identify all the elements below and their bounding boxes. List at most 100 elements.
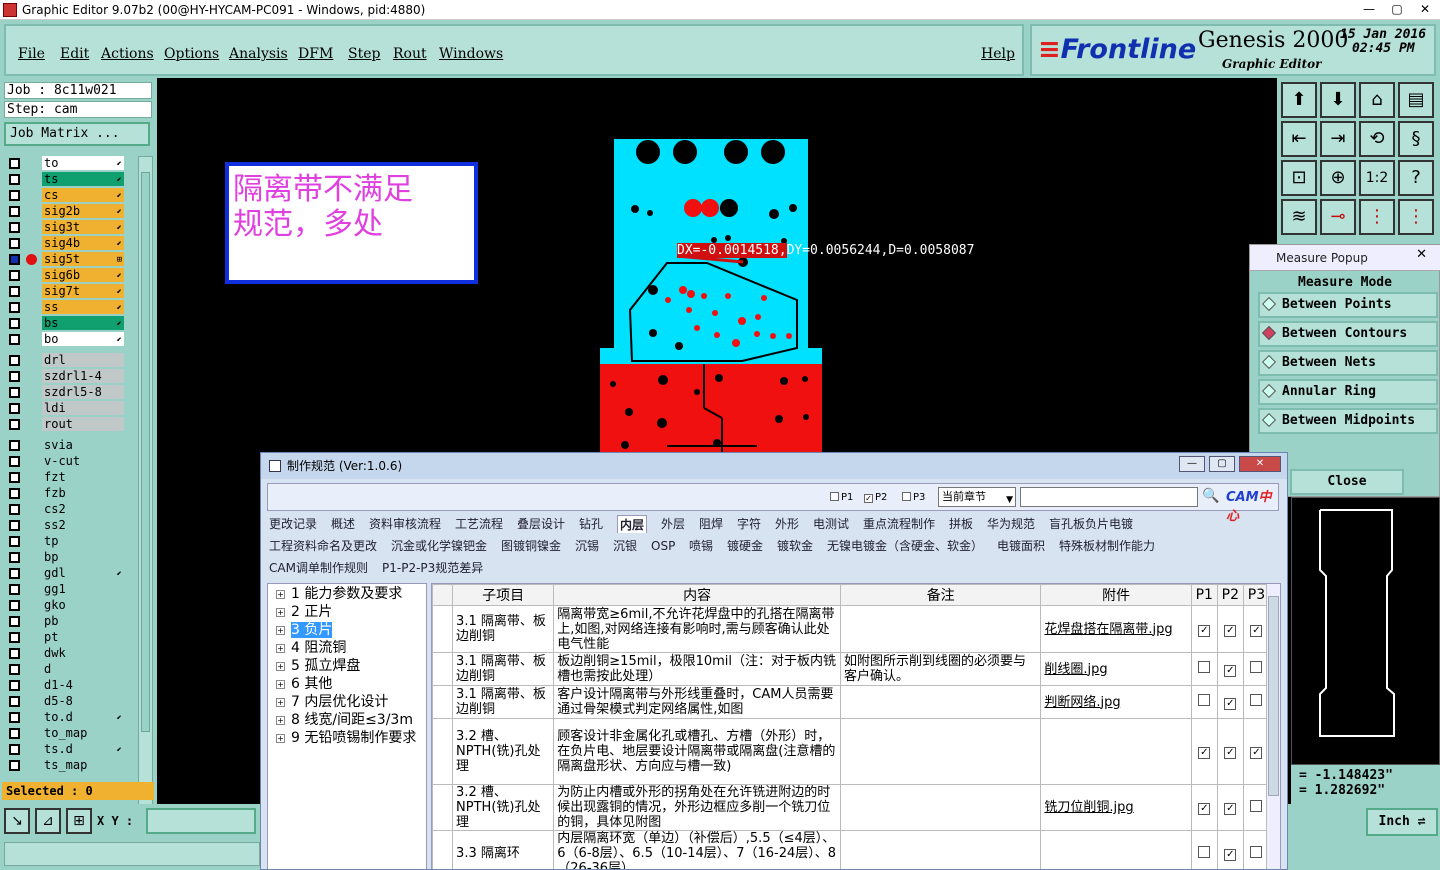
cell-attach[interactable] [1040, 830, 1192, 869]
redraw-icon[interactable]: § [1398, 121, 1434, 157]
layer-row[interactable]: sig5t ⊞ [4, 252, 126, 267]
measure-tool-icon[interactable]: ⋮ [1398, 199, 1434, 235]
layer-checkbox[interactable] [9, 664, 20, 675]
layer-row[interactable]: to ⬋ [4, 156, 126, 171]
scale-icon[interactable]: 1:2 [1359, 160, 1395, 196]
tab-item[interactable]: 字符 [737, 515, 761, 533]
layer-row[interactable]: gko [4, 598, 126, 613]
dialog-minimize-button[interactable]: — [1179, 456, 1205, 472]
tree-item[interactable]: +1 能力参数及要求 [276, 586, 402, 602]
scroll-thumb[interactable] [1268, 596, 1279, 796]
layer-checkbox[interactable] [9, 355, 20, 366]
table-row[interactable]: 3.1 隔离带、板边削铜 隔离带宽≥6mil,不允许花焊盘中的孔搭在隔离带上,如图… [432, 605, 1271, 653]
checkbox-icon[interactable]: ✓ [1224, 803, 1237, 815]
layer-row[interactable]: sig6b ⬋ [4, 268, 126, 283]
layer-checkbox[interactable] [9, 712, 20, 723]
option-between-points[interactable]: Between Points [1258, 292, 1438, 318]
layer-checkbox[interactable] [9, 760, 20, 771]
check-p2[interactable]: ✓ P2 [864, 492, 887, 503]
layer-name[interactable]: bp [42, 550, 124, 564]
checkbox-icon[interactable]: ✓ [1198, 803, 1211, 815]
layer-row[interactable]: gdl ⬋ [4, 566, 126, 581]
expand-icon[interactable]: + [276, 698, 285, 707]
pan-left-icon[interactable]: ⇤ [1281, 121, 1317, 157]
layer-checkbox[interactable] [9, 222, 20, 233]
layer-name[interactable]: sig6b ⬋ [42, 268, 124, 282]
layer-checkbox[interactable] [9, 552, 20, 563]
option-between-midpoints[interactable]: Between Midpoints [1258, 408, 1438, 434]
layer-row[interactable]: to.d ⬋ [4, 710, 126, 725]
zoom-top-icon[interactable]: ⬆ [1281, 82, 1317, 118]
search-icon[interactable]: 🔍 [1200, 486, 1222, 508]
layer-checkbox[interactable] [9, 286, 20, 297]
expand-icon[interactable]: + [276, 734, 285, 743]
tab-item[interactable]: 图镀铜镍金 [501, 537, 561, 555]
layer-checkbox[interactable] [9, 520, 20, 531]
menu-options[interactable]: Options [164, 46, 219, 62]
cell-attach[interactable]: 削线圈.jpg [1040, 652, 1192, 686]
col-sub[interactable]: 子项目 [452, 584, 555, 606]
tab-item[interactable]: 沉银 [613, 537, 637, 555]
layer-name[interactable]: d5-8 [42, 694, 124, 708]
layer-row[interactable]: fzt [4, 470, 126, 485]
layer-row[interactable]: v-cut [4, 454, 126, 469]
layer-name[interactable]: dwk [42, 646, 124, 660]
checkbox-icon[interactable]: ✓ [1198, 747, 1211, 759]
layer-name[interactable]: to.d ⬋ [42, 710, 124, 724]
expand-icon[interactable]: + [276, 590, 285, 599]
tree-item[interactable]: +8 线宽/间距≤3/3m [276, 712, 413, 728]
layer-row[interactable]: bs ⬋ [4, 316, 126, 331]
check-p1[interactable]: P1 [830, 492, 853, 503]
col-attach[interactable]: 附件 [1040, 584, 1192, 606]
menu-file[interactable]: File [18, 46, 45, 62]
grid-scrollbar[interactable] [1266, 584, 1280, 869]
tree-item[interactable]: +6 其他 [276, 676, 332, 692]
layer-name[interactable]: sig7t ⬋ [42, 284, 124, 298]
tab-item[interactable]: 华为规范 [987, 515, 1035, 533]
option-between-nets[interactable]: Between Nets [1258, 350, 1438, 376]
layer-checkbox[interactable] [9, 387, 20, 398]
layer-row[interactable]: bo ⬋ [4, 332, 126, 347]
layer-checkbox[interactable] [9, 600, 20, 611]
layer-row[interactable]: svia [4, 438, 126, 453]
layer-checkbox[interactable] [9, 334, 20, 345]
layer-checkbox[interactable] [9, 696, 20, 707]
layer-checkbox[interactable] [9, 190, 20, 201]
layer-name[interactable]: cs2 [42, 502, 124, 516]
layer-row[interactable]: drl [4, 353, 126, 368]
layer-name[interactable]: sig2b ⬋ [42, 204, 124, 218]
layer-checkbox[interactable] [9, 680, 20, 691]
layer-row[interactable]: d [4, 662, 126, 677]
table-row[interactable]: 3.1 隔离带、板边削铜 板边削铜≥15mil，极限10mil（注：对于板内铣槽也… [432, 652, 1271, 686]
expand-icon[interactable]: + [276, 626, 285, 635]
tab-item[interactable]: 镀软金 [777, 537, 813, 555]
tab-item[interactable]: 沉锡 [575, 537, 599, 555]
zoom-bottom-icon[interactable]: ⬇ [1320, 82, 1356, 118]
checkbox-icon[interactable]: ✓ [1224, 747, 1237, 759]
tree-item[interactable]: +7 内层优化设计 [276, 694, 388, 710]
layer-name[interactable]: rout [42, 417, 124, 431]
layer-row[interactable]: ts_map [4, 758, 126, 773]
layer-row[interactable]: cs2 [4, 502, 126, 517]
tree-item[interactable]: +4 阻流铜 [276, 640, 346, 656]
menu-actions[interactable]: Actions [101, 46, 154, 62]
layer-row[interactable]: ss ⬋ [4, 300, 126, 315]
tab-item[interactable]: 镀硬金 [727, 537, 763, 555]
help-icon[interactable]: ? [1398, 160, 1434, 196]
layer-name[interactable]: gko [42, 598, 124, 612]
layer-row[interactable]: sig3t ⬋ [4, 220, 126, 235]
layer-checkbox[interactable] [9, 648, 20, 659]
col-note[interactable]: 备注 [839, 584, 1042, 606]
tab-item[interactable]: 电镀面积 [997, 537, 1045, 555]
layer-row[interactable]: sig2b ⬋ [4, 204, 126, 219]
layer-checkbox[interactable] [9, 440, 20, 451]
maximize-button[interactable]: ▢ [1386, 1, 1408, 18]
layer-name[interactable]: d1-4 [42, 678, 124, 692]
layer-row[interactable]: to_map [4, 726, 126, 741]
close-button[interactable]: ✕ [1414, 1, 1436, 18]
tab-item[interactable]: 叠层设计 [517, 515, 565, 533]
layer-checkbox[interactable] [9, 371, 20, 382]
layer-name[interactable]: bs ⬋ [42, 316, 124, 330]
layer-name[interactable]: gdl ⬋ [42, 566, 124, 580]
tab-item[interactable]: 盲孔板负片电镀 [1049, 515, 1133, 533]
